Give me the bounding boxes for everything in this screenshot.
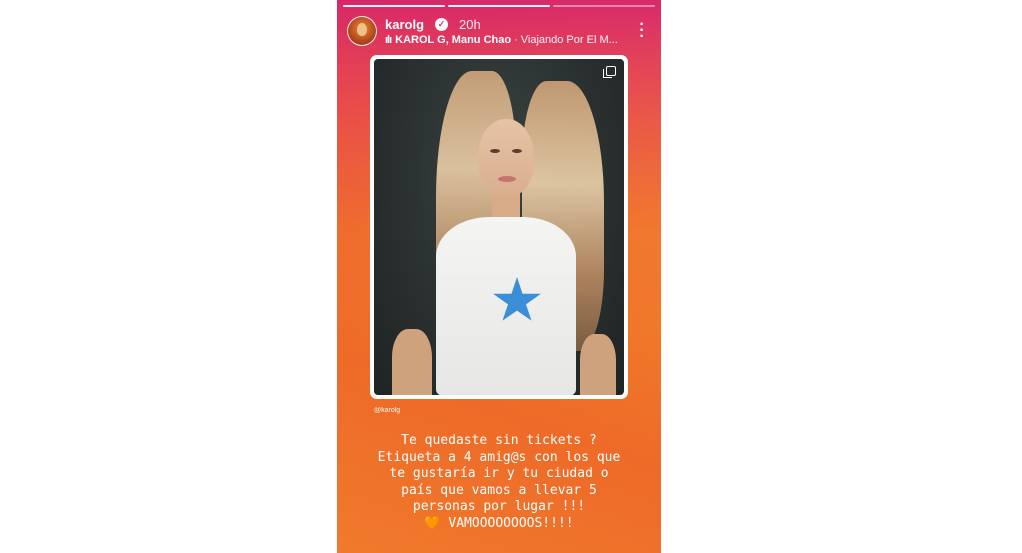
avatar[interactable]	[347, 16, 377, 46]
photo-arm-right	[580, 334, 616, 395]
music-separator: ·	[514, 34, 518, 46]
caption-line: 🧡 VAMOOOOOOOOS!!!!	[424, 515, 574, 531]
music-song: Viajando Por El M...	[520, 34, 618, 46]
photo-white-top	[436, 217, 576, 395]
photo-face	[478, 119, 534, 197]
progress-segment	[448, 5, 550, 7]
progress-segment	[343, 5, 445, 7]
more-vertical-icon[interactable]: · · ·	[637, 17, 647, 45]
music-artists: KAROL G, Manu Chao	[395, 34, 512, 46]
progress-segment	[553, 5, 655, 7]
photo-lips	[498, 176, 516, 182]
photo-arm-left	[392, 329, 432, 395]
verified-badge-icon: ✓	[435, 18, 448, 31]
caption-line: te gustaría ir y tu ciudad o	[389, 466, 609, 482]
story-progress-bar	[343, 5, 655, 7]
post-photo	[374, 59, 624, 395]
music-bars-icon: ılı	[385, 34, 392, 46]
story-header: karolg ✓ 20h ılı KAROL G, Manu Chao · Viaja…	[347, 14, 651, 48]
story-caption: Te quedaste sin tickets ? Etiqueta a 4 a…	[337, 433, 661, 533]
username[interactable]: karolg	[385, 17, 424, 32]
shared-post-card[interactable]	[370, 55, 628, 399]
post-time: 20h	[459, 17, 481, 32]
photo-eye-left	[490, 149, 500, 153]
music-attribution[interactable]: ılı KAROL G, Manu Chao · Viajando Por El M.…	[385, 34, 623, 46]
multiple-photos-icon	[603, 66, 616, 78]
caption-line: personas por lugar !!!	[412, 499, 586, 515]
caption-line: país que vamos a llevar 5	[401, 482, 597, 498]
caption-line: Te quedaste sin tickets ?	[401, 433, 597, 448]
caption-line: Etiqueta a 4 amig@s con los que	[377, 449, 621, 465]
story-viewer[interactable]: karolg ✓ 20h ılı KAROL G, Manu Chao · Viaja…	[337, 0, 661, 553]
photo-credit[interactable]: @karolg	[374, 407, 400, 414]
photo-eye-right	[512, 149, 522, 153]
